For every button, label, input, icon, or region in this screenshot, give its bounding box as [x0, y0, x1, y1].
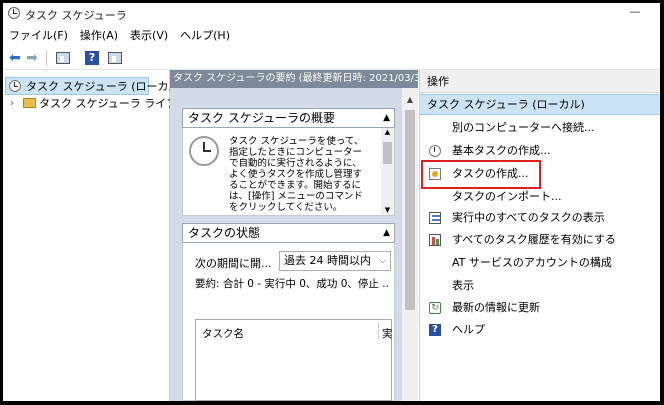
- list-icon: [429, 212, 441, 224]
- scrollbar-thumb[interactable]: [383, 142, 392, 164]
- action-label: 別のコンピューターへ接続...: [452, 121, 595, 134]
- task-status-section-header[interactable]: タスクの状態 ▲: [182, 223, 395, 243]
- title-bar: タスク スケジューラ —: [3, 3, 660, 25]
- column-header-result[interactable]: 実: [382, 326, 392, 341]
- history-icon: [429, 234, 441, 246]
- menu-bar: ファイル(F) 操作(A) 表示(V) ヘルプ(H): [3, 26, 660, 46]
- toolbar-separator: [46, 50, 47, 66]
- column-divider[interactable]: [378, 322, 379, 340]
- clock-icon: [189, 136, 219, 166]
- action-connect-another-computer[interactable]: 別のコンピューターへ接続...: [420, 117, 660, 139]
- overview-section-header[interactable]: タスク スケジューラの概要 ▲: [182, 108, 395, 128]
- task-status-table: タスク名 実: [195, 319, 392, 401]
- summary-pane: タスク スケジューラの要約 (最終更新日時: 2021/03/30 ▲ タスク …: [170, 70, 418, 401]
- action-label: ヘルプ: [452, 323, 485, 336]
- toolbar: ⬅ ➡ ?: [3, 47, 660, 70]
- overview-scrollbar[interactable]: ▲ ▼: [381, 128, 394, 215]
- show-hide-action-pane-button[interactable]: [105, 49, 125, 67]
- collapse-icon[interactable]: ▲: [383, 224, 390, 242]
- action-section-task-scheduler-local[interactable]: タスク スケジューラ (ローカル): [420, 94, 660, 115]
- action-label: タスクのインポート...: [452, 190, 562, 203]
- clock-icon: [9, 80, 21, 92]
- summary-header: タスク スケジューラの要約 (最終更新日時: 2021/03/30: [170, 70, 418, 88]
- overview-section: タスク スケジューラを使って、指定したときにコンピューターで自動的に実行されるよ…: [182, 128, 395, 216]
- chevron-down-icon: ⌵: [379, 256, 386, 266]
- action-display-running-tasks[interactable]: 実行中のすべてのタスクの表示: [420, 207, 660, 229]
- action-import-task[interactable]: タスクのインポート...: [420, 186, 660, 208]
- console-tree-icon: [56, 52, 70, 64]
- scroll-up-icon[interactable]: ▲: [381, 128, 394, 136]
- help-icon: ?: [429, 324, 441, 336]
- action-create-basic-task[interactable]: 基本タスクの作成...: [420, 140, 660, 162]
- console-tree: タスク スケジューラ (ローカル) › タスク スケジューラ ライブラリ: [3, 70, 199, 401]
- menu-action[interactable]: 操作(A): [74, 26, 124, 46]
- task-status-section: 次の期間に開... 過去 24 時間以内 ⌵ 要約: 合計 0 - 実行中 0、…: [182, 243, 395, 401]
- action-label: 表示: [452, 279, 474, 292]
- scrollbar-thumb[interactable]: [405, 110, 415, 310]
- chevron-right-icon[interactable]: ›: [10, 95, 14, 113]
- scroll-up-icon[interactable]: ▲: [402, 94, 418, 106]
- status-summary: 要約: 合計 0 - 実行中 0、成功 0、停止 ...: [195, 278, 390, 290]
- task-status-title: タスクの状態: [188, 226, 261, 240]
- action-enable-task-history[interactable]: すべてのタスク履歴を有効にする: [420, 229, 660, 251]
- menu-file[interactable]: ファイル(F): [3, 26, 74, 46]
- action-pane-icon: [108, 52, 122, 64]
- tree-item-task-scheduler-local[interactable]: タスク スケジューラ (ローカル): [5, 77, 184, 95]
- help-button[interactable]: ?: [82, 49, 102, 67]
- menu-view[interactable]: 表示(V): [124, 26, 174, 46]
- highlight-box: [421, 160, 541, 189]
- tree-item-label: タスク スケジューラ (ローカル): [26, 80, 184, 93]
- refresh-icon: ↻: [429, 302, 441, 314]
- action-view[interactable]: 表示: [420, 275, 660, 297]
- action-label: 最新の情報に更新: [452, 301, 540, 314]
- back-arrow-icon[interactable]: ⬅: [6, 49, 24, 67]
- action-at-service-account[interactable]: AT サービスのアカウントの構成: [420, 252, 660, 274]
- task-scheduler-window: タスク スケジューラ — ファイル(F) 操作(A) 表示(V) ヘルプ(H) …: [3, 3, 660, 401]
- action-pane-header: 操作: [420, 70, 660, 93]
- action-pane: 操作 タスク スケジューラ (ローカル) 別のコンピューターへ接続... 基本タ…: [419, 70, 660, 401]
- overview-title: タスク スケジューラの概要: [188, 111, 335, 125]
- clock-icon: [429, 145, 441, 157]
- show-hide-console-tree-button[interactable]: [53, 49, 73, 67]
- action-help[interactable]: ? ヘルプ: [420, 319, 660, 341]
- action-label: 実行中のすべてのタスクの表示: [452, 211, 605, 224]
- forward-arrow-icon[interactable]: ➡: [23, 49, 41, 67]
- summary-scrollbar[interactable]: ▲: [402, 88, 418, 401]
- minimize-button[interactable]: —: [623, 6, 647, 20]
- action-label: 基本タスクの作成...: [452, 144, 551, 157]
- folder-clock-icon: [23, 98, 36, 108]
- window-title: タスク スケジューラ: [25, 9, 127, 22]
- menu-help[interactable]: ヘルプ(H): [174, 26, 236, 46]
- period-label: 次の期間に開...: [195, 257, 272, 270]
- action-refresh[interactable]: ↻ 最新の情報に更新: [420, 297, 660, 319]
- collapse-icon[interactable]: ▲: [383, 109, 390, 127]
- task-scheduler-app-icon: [8, 7, 20, 19]
- period-value: 過去 24 時間以内: [284, 254, 371, 267]
- overview-text: タスク スケジューラを使って、指定したときにコンピューターで自動的に実行されるよ…: [229, 136, 364, 213]
- help-icon: ?: [85, 51, 99, 65]
- scroll-down-icon[interactable]: ▼: [381, 206, 394, 214]
- action-label: AT サービスのアカウントの構成: [452, 256, 612, 269]
- period-select[interactable]: 過去 24 時間以内 ⌵: [279, 251, 391, 271]
- column-header-task-name[interactable]: タスク名: [202, 326, 244, 341]
- action-label: すべてのタスク履歴を有効にする: [452, 233, 616, 246]
